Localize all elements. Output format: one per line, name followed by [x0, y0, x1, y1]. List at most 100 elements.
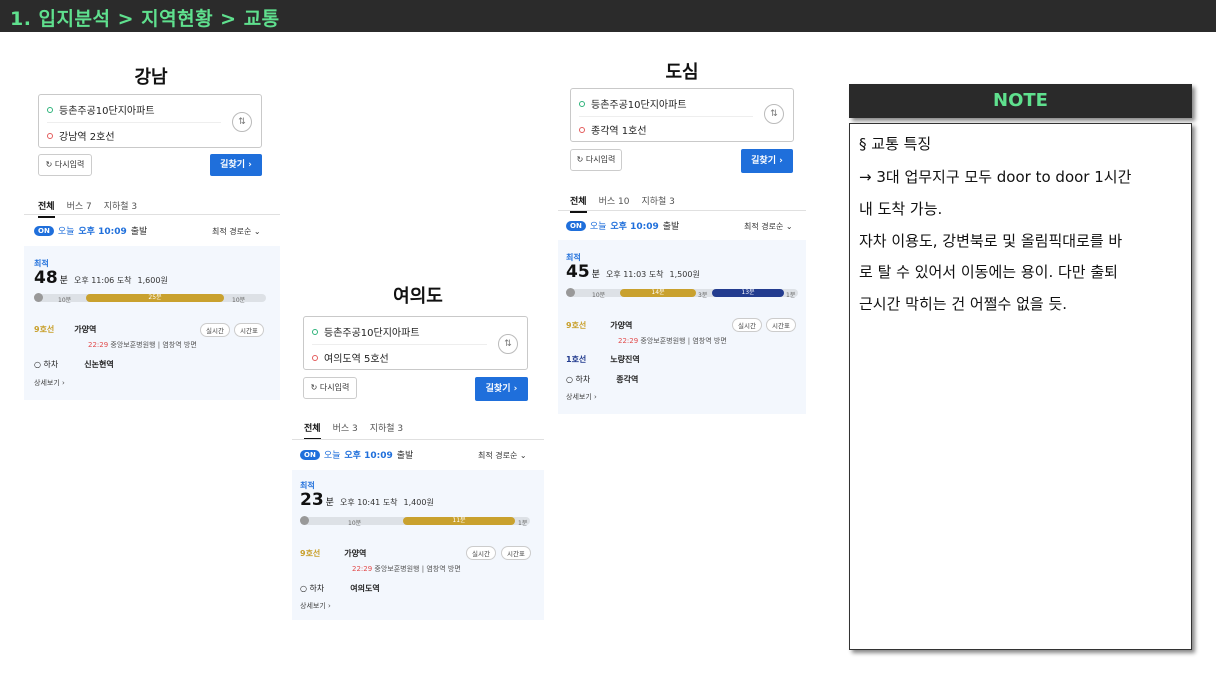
depart-suffix: 출발 — [396, 451, 414, 461]
transit-tabs: 전체 버스 3 지하철 3 — [304, 421, 403, 440]
find-route-button[interactable]: 길찾기 › — [741, 149, 793, 173]
realtime-button[interactable]: 실시간 — [200, 323, 230, 337]
departure-row[interactable]: ON 오늘 오후 10:09 출발 — [566, 219, 679, 232]
travel-time: 45 분 오후 11:03 도착 1,500원 — [566, 262, 700, 282]
swap-icon[interactable]: ⇅ — [764, 104, 784, 124]
note-line-4: 자차 이용도, 강변북로 및 올림픽대로를 바 — [859, 232, 1123, 250]
top-bar: 1. 입지분석 > 지역현황 > 교통 — [0, 0, 1216, 32]
route-bar: 11분 — [300, 517, 530, 525]
line9-label: 9호선 — [566, 321, 587, 330]
transfer-time: 3분 — [698, 292, 708, 299]
on-badge: ON — [300, 449, 320, 460]
board-station: 가양역 — [344, 549, 367, 558]
walk-time-1: 10분 — [58, 297, 72, 304]
timetable-button[interactable]: 시간표 — [766, 318, 796, 332]
reset-label: 다시입력 — [319, 383, 350, 392]
travel-time: 23 분 오후 10:41 도착 1,400원 — [300, 490, 434, 510]
alight-station: 신논현역 — [84, 360, 114, 369]
route-card-yeouido: 등촌주공10단지아파트 여의도역 5호선 ⇅ ↻ 다시입력 길찾기 › 전체 버… — [292, 308, 544, 620]
arrival-time: 오후 10:41 도착 — [339, 498, 398, 507]
find-route-button[interactable]: 길찾기 › — [210, 154, 262, 176]
search-box: 등촌주공10단지아파트 종각역 1호선 ⇅ — [570, 88, 794, 142]
tab-bus[interactable]: 버스 7 — [67, 199, 92, 218]
search-box: 등촌주공10단지아파트 강남역 2호선 ⇅ — [38, 94, 262, 148]
departure-row[interactable]: ON 오늘 오후 10:09 출발 — [34, 224, 147, 237]
depart-time: 오후 10:09 — [610, 222, 659, 232]
walk-time-1: 10분 — [592, 292, 606, 299]
divider — [312, 344, 487, 345]
tab-all[interactable]: 전체 — [304, 421, 321, 440]
walk-time-2: 1분 — [518, 520, 528, 527]
next-train-info: 22:29 중앙보훈병원행 | 염창역 방면 — [352, 565, 461, 573]
depart-suffix: 출발 — [662, 222, 680, 232]
walk-icon — [300, 516, 309, 525]
step-transfer: 1호선 노량진역 — [566, 354, 640, 365]
walk-time-2: 1분 — [786, 292, 796, 299]
alight-label: ○ 하차 — [566, 375, 591, 384]
travel-time: 48 분 오후 11:06 도착 1,600원 — [34, 268, 168, 288]
destination-field[interactable]: 여의도역 5호선 — [312, 350, 389, 365]
destination-field[interactable]: 종각역 1호선 — [579, 122, 647, 137]
next-destination: 중앙보훈병원행 — [110, 341, 156, 349]
walk-time-1: 10분 — [348, 520, 362, 527]
minutes-value: 45 — [566, 262, 590, 282]
segment-line9: 11분 — [403, 517, 515, 525]
timetable-button[interactable]: 시간표 — [234, 323, 264, 337]
destination-field[interactable]: 강남역 2호선 — [47, 128, 115, 143]
sort-dropdown[interactable]: 최적 경로순 ⌄ — [744, 221, 793, 232]
reset-button[interactable]: ↻ 다시입력 — [570, 149, 622, 171]
tab-subway[interactable]: 지하철 3 — [104, 199, 137, 218]
alight-label: ○ 하차 — [300, 584, 325, 593]
minutes-unit: 분 — [59, 276, 68, 286]
destination-dot-icon — [579, 126, 585, 133]
origin-text: 등촌주공10단지아파트 — [324, 328, 420, 339]
segment-line1: 13분 — [712, 289, 784, 297]
minutes-value: 48 — [34, 268, 58, 288]
realtime-button[interactable]: 실시간 — [466, 546, 496, 560]
tab-all[interactable]: 전체 — [38, 199, 55, 218]
reset-button[interactable]: ↻ 다시입력 — [303, 377, 357, 399]
origin-dot-icon — [312, 328, 318, 335]
origin-dot-icon — [47, 106, 53, 113]
alight-text: 하차 — [575, 375, 591, 384]
detail-link[interactable]: 상세보기 › — [34, 378, 65, 388]
find-route-button[interactable]: 길찾기 › — [475, 377, 528, 401]
divider — [47, 122, 221, 123]
line9-label: 9호선 — [300, 549, 321, 558]
next-time: 22:29 — [88, 341, 109, 349]
platform-direction: 염창역 방면 — [692, 337, 727, 345]
swap-icon[interactable]: ⇅ — [498, 334, 518, 354]
origin-field[interactable]: 등촌주공10단지아파트 — [579, 96, 687, 111]
next-train-info: 22:29 중앙보훈병원행 | 염창역 방면 — [88, 341, 197, 349]
departure-row[interactable]: ON 오늘 오후 10:09 출발 — [300, 448, 413, 461]
route-card-dosim: 등촌주공10단지아파트 종각역 1호선 ⇅ ↻ 다시입력 길찾기 › 전체 버스… — [558, 82, 806, 416]
on-badge: ON — [566, 220, 586, 231]
depart-time: 오후 10:09 — [78, 227, 127, 237]
tab-bus[interactable]: 버스 3 — [333, 421, 358, 440]
platform-direction: 염창역 방면 — [426, 565, 461, 573]
walk-icon — [566, 288, 575, 297]
minutes-unit: 분 — [325, 498, 334, 508]
transit-tabs: 전체 버스 7 지하철 3 — [38, 199, 137, 218]
swap-icon[interactable]: ⇅ — [232, 112, 252, 132]
tab-divider — [292, 439, 544, 440]
today-label: 오늘 — [589, 222, 607, 232]
detail-link[interactable]: 상세보기 › — [300, 601, 331, 611]
next-train-info: 22:29 중앙보훈병원행 | 염창역 방면 — [618, 337, 727, 345]
line9-label: 9호선 — [34, 325, 55, 334]
note-line-6: 근시간 막히는 건 어쩔수 없을 듯. — [859, 295, 1068, 313]
board-station: 가양역 — [74, 325, 97, 334]
origin-text: 등촌주공10단지아파트 — [59, 106, 155, 117]
reset-button[interactable]: ↻ 다시입력 — [38, 154, 92, 176]
origin-field[interactable]: 등촌주공10단지아파트 — [312, 324, 420, 339]
realtime-button[interactable]: 실시간 — [732, 318, 762, 332]
detail-link[interactable]: 상세보기 › — [566, 392, 597, 402]
sort-dropdown[interactable]: 최적 경로순 ⌄ — [478, 450, 527, 461]
timetable-button[interactable]: 시간표 — [501, 546, 531, 560]
origin-field[interactable]: 등촌주공10단지아파트 — [47, 102, 155, 117]
step-board: 9호선 가양역 — [34, 324, 96, 335]
tab-divider — [558, 210, 806, 211]
sort-dropdown[interactable]: 최적 경로순 ⌄ — [212, 226, 261, 237]
tab-subway[interactable]: 지하철 3 — [370, 421, 403, 440]
note-line-3: 내 도착 가능. — [859, 200, 943, 218]
